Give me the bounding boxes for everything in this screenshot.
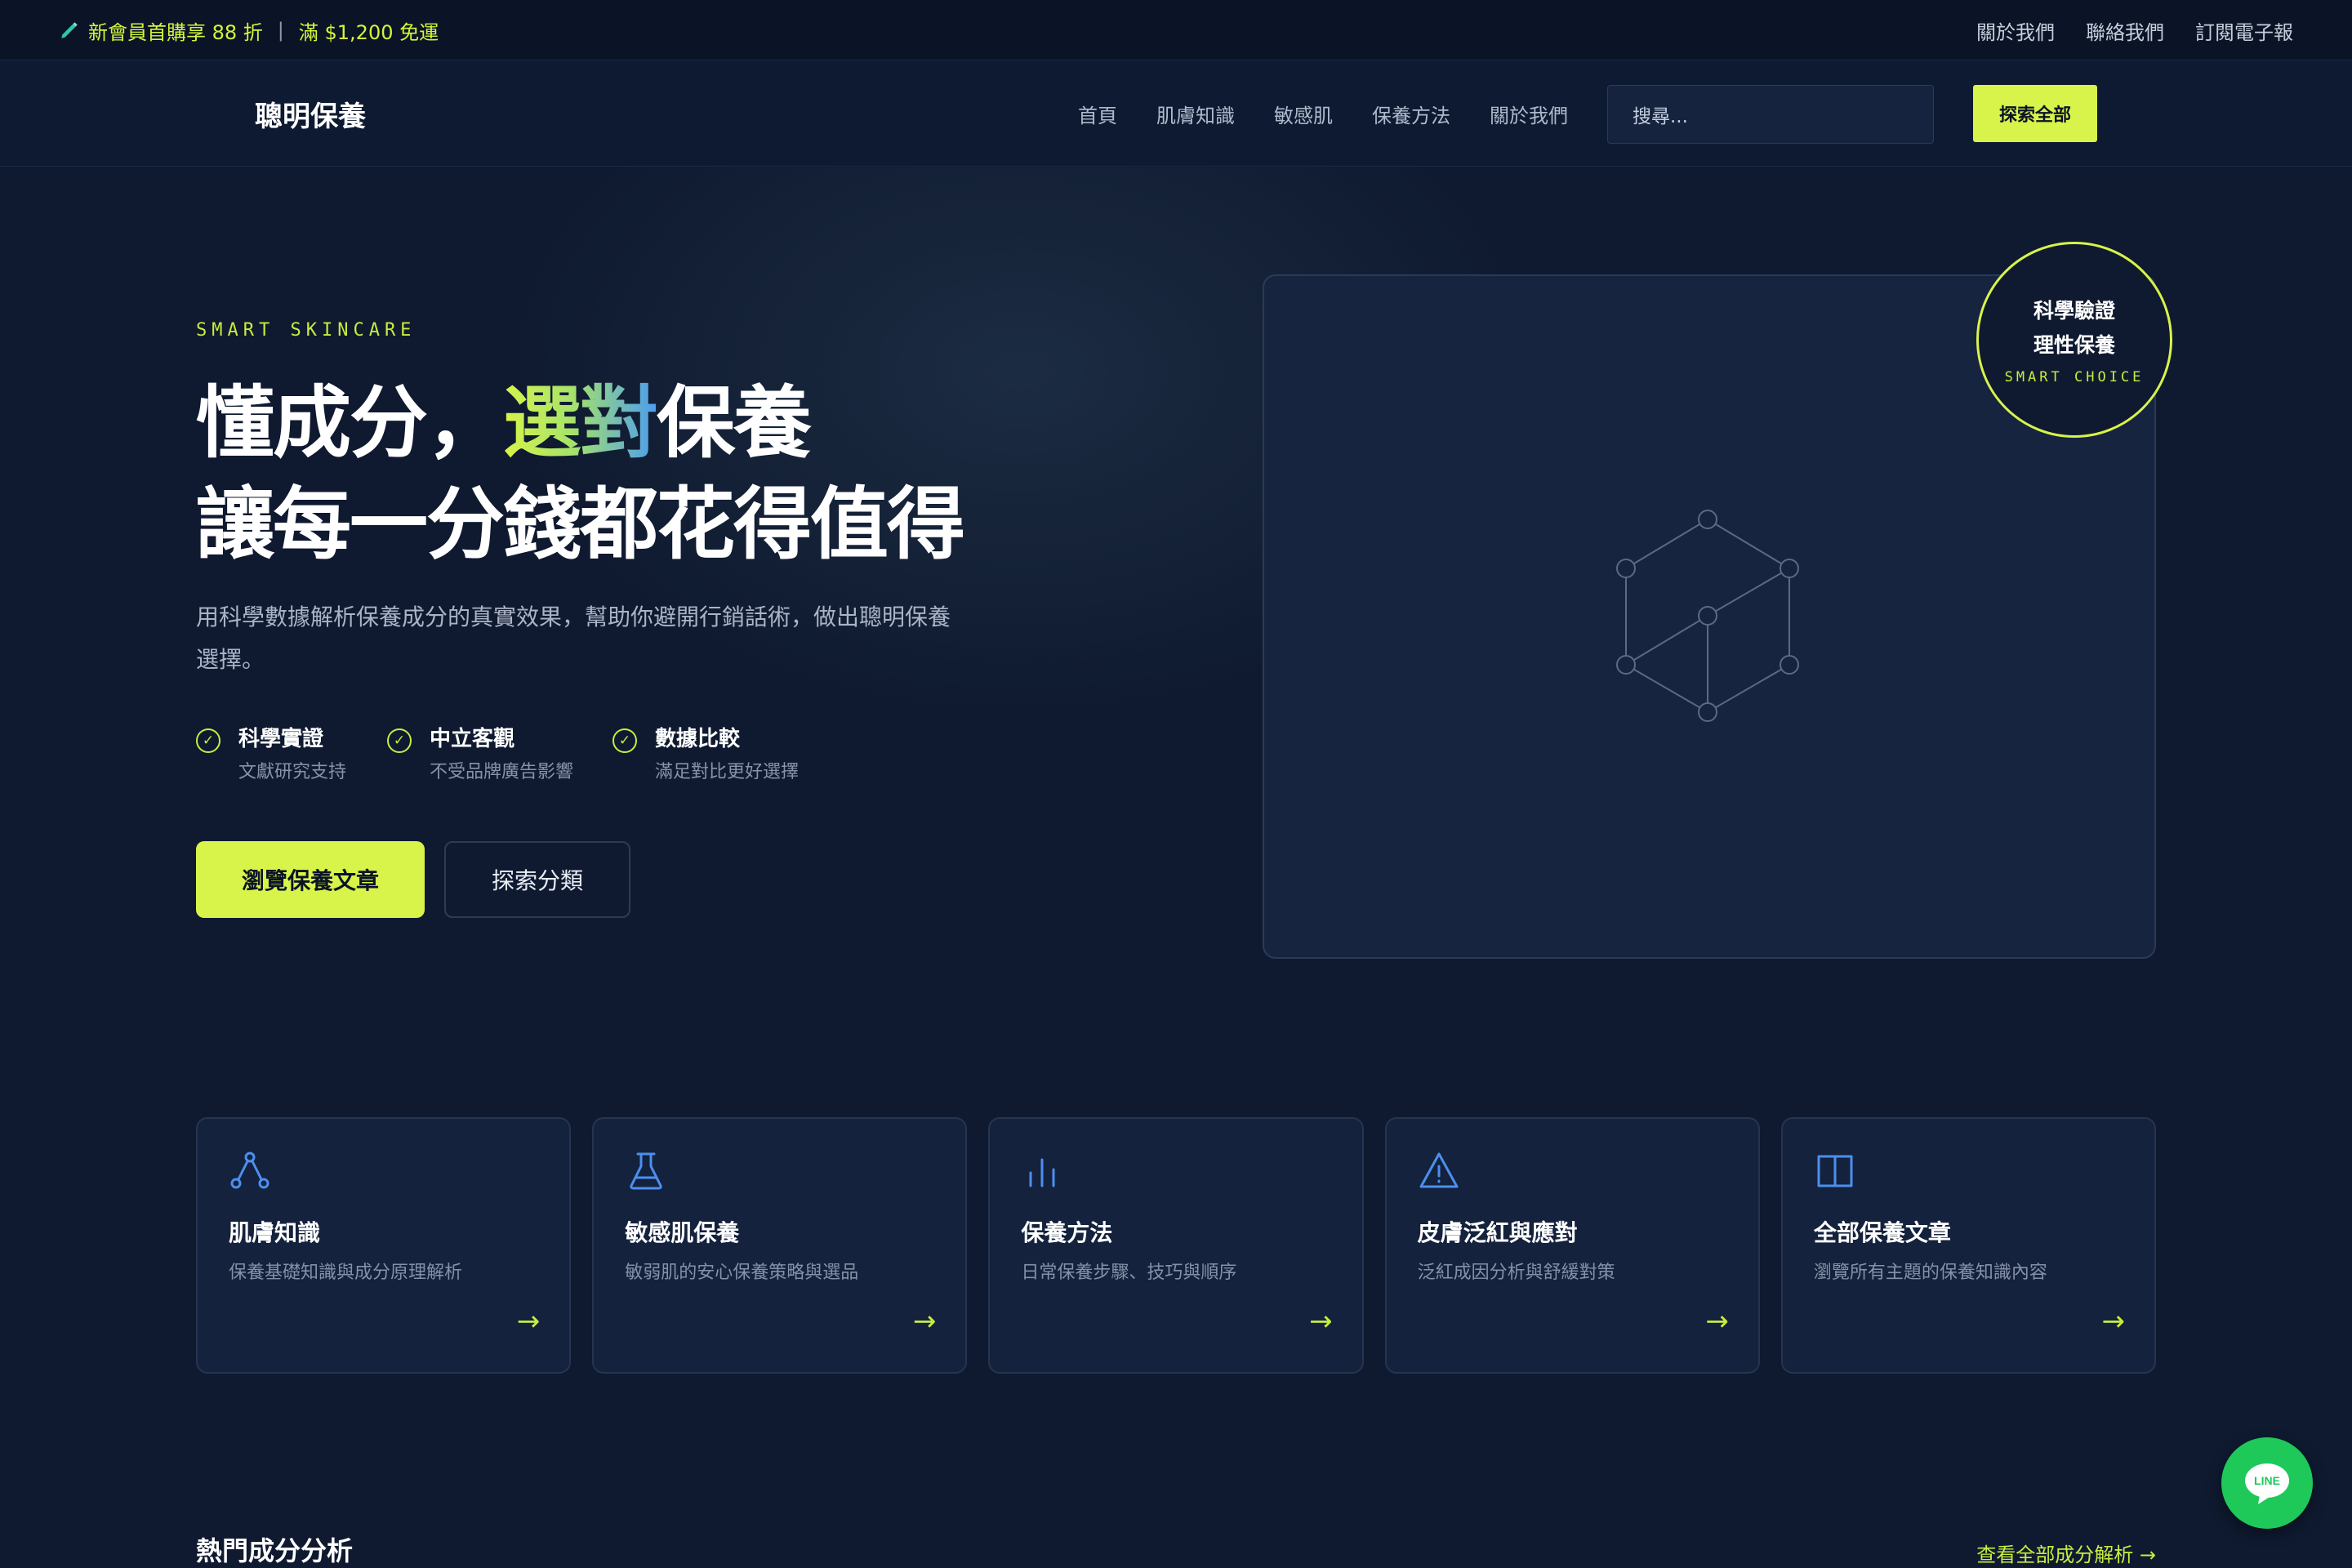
check-circle-icon: ✓ bbox=[387, 728, 412, 753]
card-subtitle: 泛紅成因分析與舒緩對策 bbox=[1417, 1263, 1615, 1283]
pencil-icon bbox=[61, 22, 78, 38]
category-card-redness[interactable]: 皮膚泛紅與應對 泛紅成因分析與舒緩對策 → bbox=[1384, 1117, 1760, 1374]
card-title: 肌膚知識 bbox=[229, 1219, 321, 1246]
bar-chart-icon bbox=[1029, 1158, 1055, 1187]
flask-icon bbox=[630, 1152, 662, 1190]
utility-link-about[interactable]: 關於我們 bbox=[1976, 16, 2055, 45]
category-card-sensitive-skin[interactable]: 敏感肌保養 敏弱肌的安心保養策略與選品 → bbox=[592, 1117, 968, 1374]
feature-item: ✓ 科學實證 文獻研究支持 bbox=[196, 722, 387, 789]
category-card-all-articles[interactable]: 全部保養文章 瀏覽所有主題的保養知識內容 → bbox=[1780, 1117, 2157, 1374]
nav-link-home[interactable]: 首頁 bbox=[1078, 100, 1117, 128]
explore-categories-button[interactable]: 探索分類 bbox=[444, 841, 630, 918]
popular-ingredients-title: 熱門成分分析 bbox=[196, 1535, 354, 1566]
feature-title: 科學實證 bbox=[238, 727, 324, 751]
feature-item: ✓ 數據比較 滿足對比更好選擇 bbox=[612, 722, 825, 789]
nav-links: 首頁 肌膚知識 敏感肌 保養方法 關於我們 bbox=[1078, 60, 1568, 167]
check-circle-icon: ✓ bbox=[196, 728, 220, 753]
arrow-right-icon: → bbox=[912, 1305, 937, 1338]
feature-subtitle: 文獻研究支持 bbox=[238, 762, 347, 782]
feature-subtitle: 不受品牌廣告影響 bbox=[430, 762, 574, 782]
arrow-right-icon: → bbox=[516, 1305, 541, 1338]
hero-title-part-c: 保養 bbox=[657, 377, 812, 469]
feature-item: ✓ 中立客觀 不受品牌廣告影響 bbox=[387, 722, 612, 789]
hero-title: 懂成分，選對保養 讓每一分錢都花得值得 bbox=[196, 372, 965, 575]
category-card-care-methods[interactable]: 保養方法 日常保養步驟、技巧與順序 → bbox=[988, 1117, 1364, 1374]
line-logo-text: LINE bbox=[2254, 1474, 2280, 1487]
promo-discount-text: 新會員首購享 88 折 bbox=[88, 20, 263, 44]
feature-title: 數據比較 bbox=[655, 727, 741, 751]
browse-articles-button[interactable]: 瀏覽保養文章 bbox=[196, 841, 425, 918]
arrow-right-icon: → bbox=[2101, 1305, 2126, 1338]
cube-network-icon bbox=[1616, 510, 1799, 722]
category-card-skin-knowledge[interactable]: 肌膚知識 保養基礎知識與成分原理解析 → bbox=[196, 1117, 572, 1374]
check-circle-icon: ✓ bbox=[612, 728, 637, 753]
card-title: 全部保養文章 bbox=[1813, 1219, 1951, 1246]
nav-link-care-methods[interactable]: 保養方法 bbox=[1372, 100, 1450, 128]
promo-bar: 新會員首購享 88 折 | 滿 $1,200 免運 關於我們 聯絡我們 訂閱電子… bbox=[0, 0, 2352, 60]
promo-shipping-text: 滿 $1,200 免運 bbox=[298, 20, 439, 44]
promo-separator: | bbox=[277, 19, 284, 42]
view-all-ingredients-link[interactable]: 查看全部成分解析 → bbox=[1976, 1539, 2156, 1567]
nav-link-about[interactable]: 關於我們 bbox=[1490, 100, 1568, 128]
card-title: 皮膚泛紅與應對 bbox=[1417, 1219, 1578, 1246]
utility-link-contact[interactable]: 聯絡我們 bbox=[2086, 16, 2164, 45]
warning-icon bbox=[1419, 1152, 1459, 1188]
line-chat-button[interactable]: LINE bbox=[2221, 1437, 2313, 1529]
molecule-icon bbox=[230, 1152, 270, 1189]
promo-message: 新會員首購享 88 折 | 滿 $1,200 免運 bbox=[59, 0, 439, 60]
hero-features: ✓ 科學實證 文獻研究支持 ✓ 中立客觀 不受品牌廣告影響 ✓ 數據比較 滿足對… bbox=[196, 722, 825, 789]
hero-title-line-2: 讓每一分錢都花得值得 bbox=[196, 479, 965, 570]
book-icon bbox=[1817, 1155, 1853, 1187]
card-subtitle: 保養基礎知識與成分原理解析 bbox=[229, 1263, 463, 1283]
category-cards: 肌膚知識 保養基礎知識與成分原理解析 → 敏感肌保養 敏弱肌的安心保養策略與選品… bbox=[196, 1117, 2157, 1374]
card-subtitle: 日常保養步驟、技巧與順序 bbox=[1021, 1263, 1237, 1283]
feature-subtitle: 滿足對比更好選擇 bbox=[655, 762, 800, 782]
card-subtitle: 敏弱肌的安心保養策略與選品 bbox=[625, 1263, 859, 1283]
search-input[interactable]: 搜尋... bbox=[1607, 85, 1934, 144]
nav-link-skin-knowledge[interactable]: 肌膚知識 bbox=[1156, 100, 1235, 128]
nav-link-sensitive-skin[interactable]: 敏感肌 bbox=[1274, 100, 1333, 128]
science-badge: 科學驗證 理性保養 SMART CHOICE bbox=[1976, 242, 2172, 438]
hero-title-part-a: 懂成分， bbox=[196, 377, 505, 469]
utility-link-newsletter[interactable]: 訂閱電子報 bbox=[2195, 16, 2293, 45]
explore-all-button[interactable]: 探索全部 bbox=[1973, 85, 2097, 142]
main-navbar: 聰明保養 首頁 肌膚知識 敏感肌 保養方法 關於我們 搜尋... 探索全部 bbox=[0, 60, 2352, 167]
badge-line-2: 理性保養 bbox=[2033, 333, 2115, 357]
hero-title-line-1: 懂成分，選對保養 bbox=[196, 372, 964, 474]
site-logo[interactable]: 聰明保養 bbox=[255, 60, 366, 167]
utility-links: 關於我們 聯絡我們 訂閱電子報 bbox=[1976, 0, 2293, 60]
feature-title: 中立客觀 bbox=[430, 727, 515, 751]
card-subtitle: 瀏覽所有主題的保養知識內容 bbox=[1813, 1263, 2047, 1283]
line-logo-icon: LINE bbox=[2245, 1463, 2289, 1504]
hero-title-highlight: 選對 bbox=[503, 377, 658, 469]
badge-line-1: 科學驗證 bbox=[2033, 299, 2115, 323]
card-title: 敏感肌保養 bbox=[625, 1219, 740, 1246]
hero-eyebrow: SMART SKINCARE bbox=[196, 320, 416, 341]
arrow-right-icon: → bbox=[1309, 1305, 1333, 1338]
arrow-right-icon: → bbox=[1705, 1305, 1729, 1338]
card-title: 保養方法 bbox=[1021, 1219, 1113, 1246]
hero-description: 用科學數據解析保養成分的真實效果，幫助你避開行銷話術，做出聰明保養選擇。 bbox=[196, 604, 951, 673]
badge-line-3: SMART CHOICE bbox=[2004, 369, 2145, 385]
